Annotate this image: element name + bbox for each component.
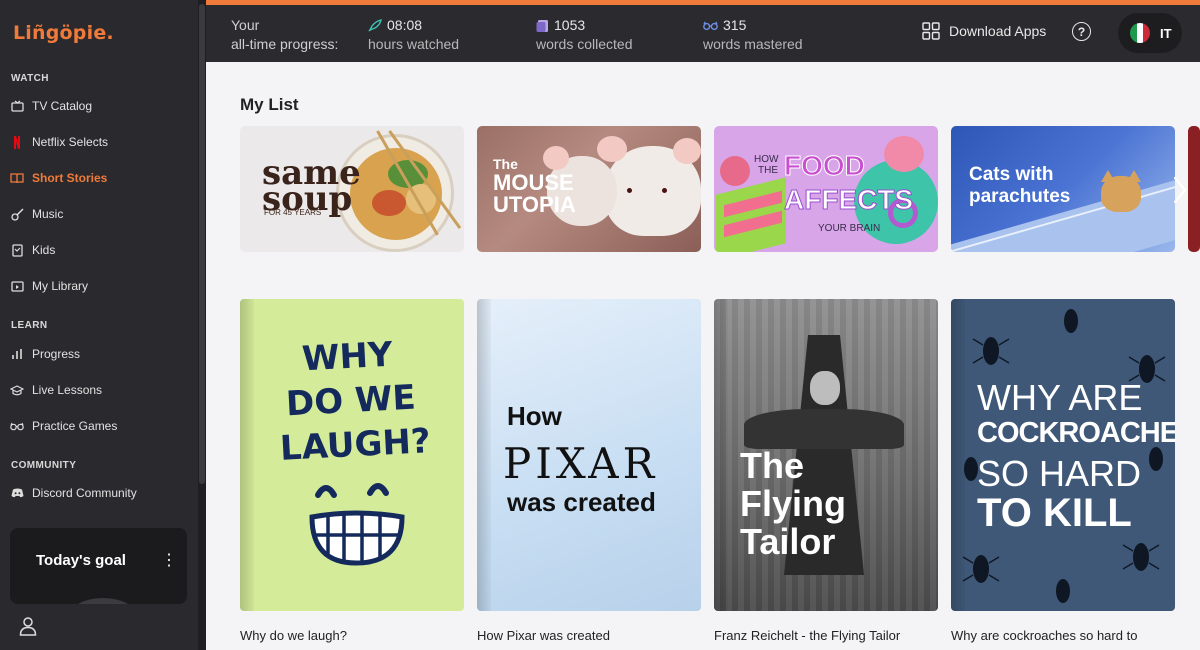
cover-line: WHY ARE [977, 377, 1143, 418]
kids-icon [10, 243, 24, 257]
cards-icon [536, 19, 548, 32]
todays-goal-title: Today's goal [36, 552, 126, 569]
app-logo[interactable]: Liñgöpie. [13, 22, 114, 44]
sidebar-item-label: Music [32, 207, 64, 221]
cover-line: COCKROACHES [977, 417, 1175, 449]
my-list-title: My List [240, 95, 299, 114]
my-list-item-same-soup[interactable]: same soup FOR 45 YEARS [240, 126, 464, 252]
sidebar-item-label: My Library [32, 279, 89, 293]
rocket-icon [368, 19, 382, 32]
cover-line: was created [507, 487, 656, 517]
sidebar-item-discord-community[interactable]: Discord Community [10, 481, 190, 505]
italy-flag-icon [1130, 23, 1150, 43]
sidebar-item-label: Discord Community [32, 486, 137, 500]
sidebar-item-label: Live Lessons [32, 383, 103, 397]
progress-label: Your all-time progress: [231, 17, 339, 52]
sidebar-item-tv-catalog[interactable]: TV Catalog [10, 94, 190, 118]
my-list-item-mouse-utopia[interactable]: The MOUSE UTOPIA [477, 126, 701, 252]
discord-icon [10, 486, 24, 500]
story-caption[interactable]: Why do we laugh? [240, 628, 347, 643]
todays-goal-card[interactable]: Today's goal ⋮ [10, 528, 187, 604]
thumb-line: HOW [754, 154, 779, 165]
section-title-community: COMMUNITY [11, 460, 77, 471]
progress-icon [10, 347, 24, 361]
stat-words-collected: 1053 words collected [536, 17, 633, 52]
main-content: My List same soup FOR 45 YEARS The MOUSE… [206, 62, 1200, 650]
story-caption[interactable]: How Pixar was created [477, 628, 610, 643]
sidebar-item-label: Practice Games [32, 419, 118, 433]
download-apps-button[interactable]: Download Apps [922, 22, 1046, 40]
thumb-line: YOUR BRAIN [818, 223, 881, 234]
cover-line: SO HARD [977, 453, 1142, 494]
section-title-watch: WATCH [11, 73, 49, 84]
thumb-line: UTOPIA [493, 192, 576, 217]
language-code: IT [1160, 25, 1172, 41]
cover-line: DO WE [285, 377, 417, 425]
sidebar-item-label: Short Stories [32, 171, 108, 185]
thumb-line: Cats with [969, 164, 1054, 185]
story-cover-why-are-cockroaches-so-hard-to-kill[interactable]: WHY ARE COCKROACHES SO HARD TO KILL [951, 299, 1175, 611]
cover-line: LAUGH? [279, 421, 432, 469]
glasses-icon [10, 419, 24, 433]
story-cover-how-pixar-was-created[interactable]: How PIXAR was created [477, 299, 701, 611]
thumb-line: AFFECTS [783, 184, 914, 216]
section-title-learn: LEARN [11, 320, 48, 331]
cover-line: Tailor [740, 521, 836, 562]
chevron-right-icon[interactable] [1168, 168, 1192, 212]
goal-progress-ring [68, 598, 138, 604]
help-icon[interactable]: ? [1072, 22, 1091, 41]
sidebar-item-practice-games[interactable]: Practice Games [10, 414, 190, 438]
cover-line: How [507, 401, 562, 431]
thumb-line: THE [758, 165, 778, 176]
sidebar: Liñgöpie. WATCH TV Catalog Netflix Selec… [0, 0, 206, 650]
sidebar-item-my-library[interactable]: My Library [10, 274, 190, 298]
my-list-item-cats-with-parachutes[interactable]: Cats with parachutes [951, 126, 1175, 252]
thumb-line: FOR 45 YEARS [264, 208, 322, 217]
sidebar-item-netflix-selects[interactable]: Netflix Selects [10, 130, 190, 154]
sidebar-scrollbar[interactable] [198, 0, 206, 650]
tv-icon [10, 99, 24, 113]
library-icon [10, 279, 24, 293]
sidebar-item-music[interactable]: Music [10, 202, 190, 226]
cover-line: WHY [301, 334, 394, 380]
cover-line: Flying [740, 483, 846, 524]
sidebar-item-progress[interactable]: Progress [10, 342, 190, 366]
sidebar-item-label: TV Catalog [32, 99, 93, 113]
graduation-cap-icon [10, 383, 24, 397]
cover-line: The [740, 445, 805, 486]
sidebar-item-kids[interactable]: Kids [10, 238, 190, 262]
thumb-line: FOOD [784, 150, 866, 182]
language-selector[interactable]: IT [1118, 13, 1182, 53]
guitar-icon [10, 207, 24, 221]
sidebar-item-short-stories[interactable]: Short Stories [10, 166, 190, 190]
laughing-face-icon [309, 483, 405, 566]
story-caption[interactable]: Why are cockroaches so hard to [951, 628, 1137, 643]
cover-line: PIXAR [503, 439, 659, 488]
sidebar-item-label: Progress [32, 347, 81, 361]
my-list-item-food-affects-brain[interactable]: HOW THE FOOD AFFECTS YOUR BRAIN [714, 126, 938, 252]
story-caption[interactable]: Franz Reichelt - the Flying Tailor [714, 628, 900, 643]
glasses-icon [703, 21, 718, 30]
cover-line: TO KILL [977, 491, 1132, 535]
grid-icon [922, 22, 940, 40]
more-options-icon[interactable]: ⋮ [161, 553, 177, 569]
thumb-line: parachutes [969, 186, 1071, 207]
story-cover-flying-tailor[interactable]: The Flying Tailor [714, 299, 938, 611]
user-profile-icon[interactable] [18, 616, 38, 636]
sidebar-item-live-lessons[interactable]: Live Lessons [10, 378, 190, 402]
sidebar-item-label: Netflix Selects [32, 135, 109, 149]
stat-hours-watched: 08:08 hours watched [368, 17, 460, 52]
story-cover-why-do-we-laugh[interactable]: WHY DO WE LAUGH? [240, 299, 464, 611]
netflix-icon [10, 135, 24, 149]
stat-words-mastered: 315 words mastered [703, 17, 803, 52]
book-icon [10, 171, 24, 185]
sidebar-item-label: Kids [32, 243, 56, 257]
progress-header: Your all-time progress: 08:08 hours watc… [206, 5, 1200, 62]
